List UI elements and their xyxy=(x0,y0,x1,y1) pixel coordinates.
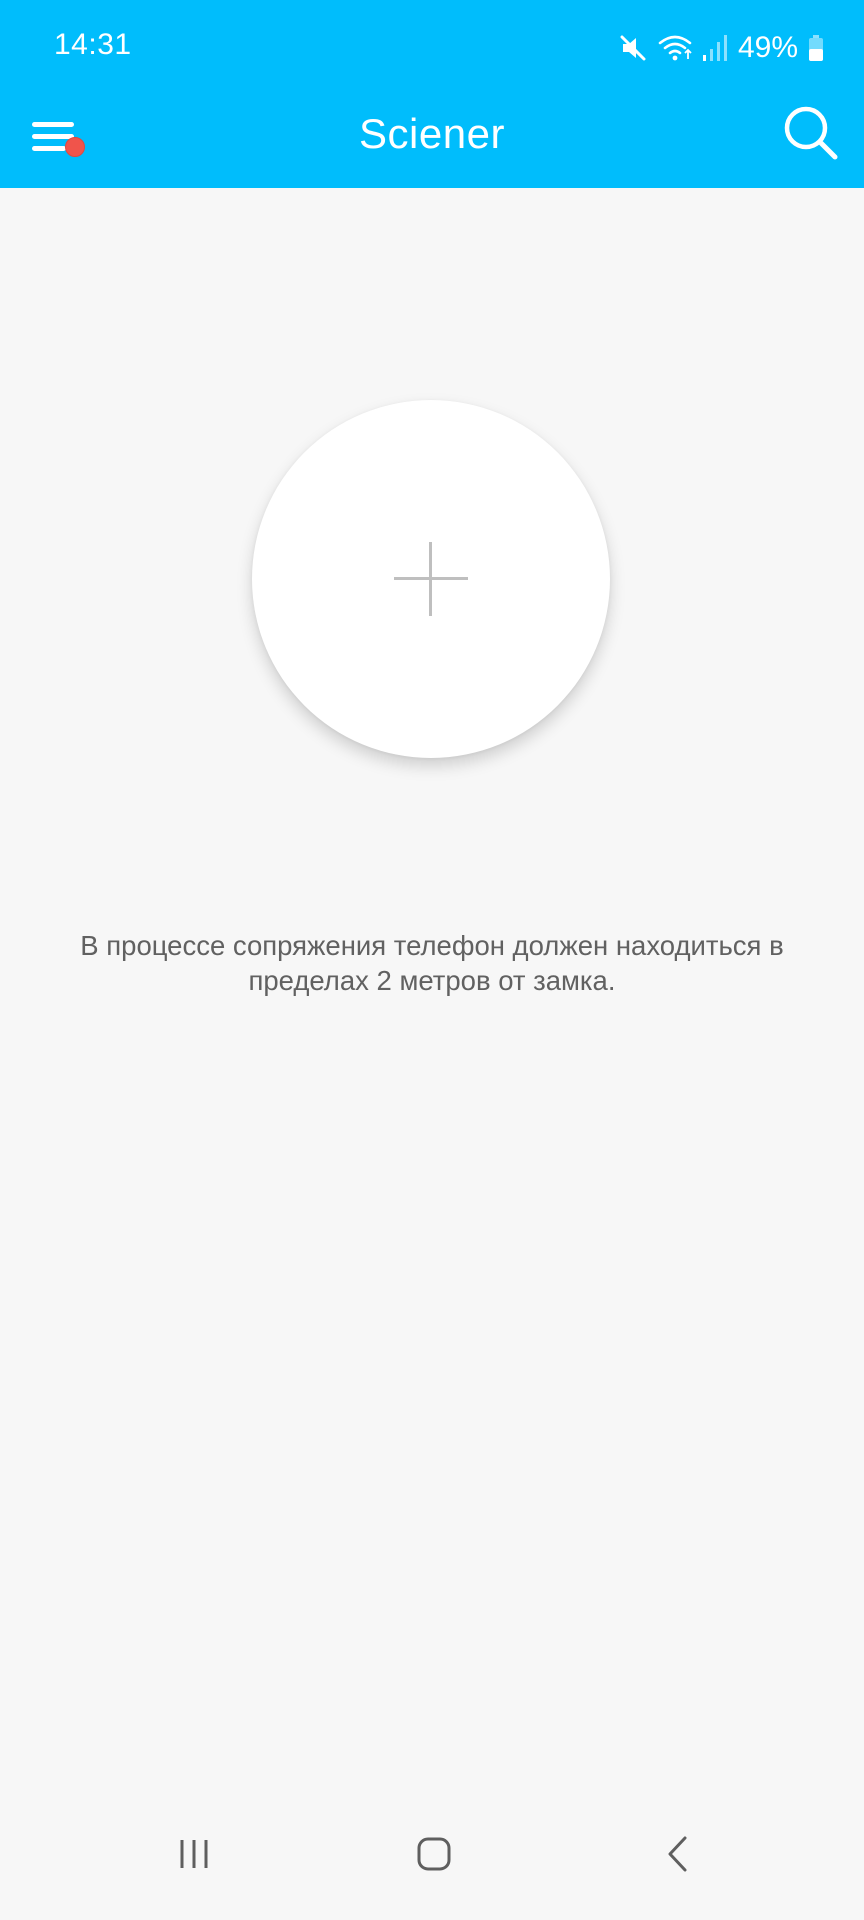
back-button[interactable] xyxy=(638,1834,718,1894)
mute-icon xyxy=(618,33,648,63)
status-bar: 14:31 49% xyxy=(0,0,864,96)
status-time: 14:31 xyxy=(54,28,132,61)
app-bar: 14:31 49% Sciener xyxy=(0,0,864,188)
recent-apps-icon xyxy=(180,1840,208,1868)
battery-icon xyxy=(808,34,824,62)
home-button[interactable] xyxy=(394,1834,474,1894)
signal-icon xyxy=(702,33,728,63)
page-title: Sciener xyxy=(359,110,505,157)
search-icon xyxy=(784,106,838,160)
back-icon xyxy=(668,1836,687,1872)
search-button[interactable] xyxy=(782,104,840,164)
pairing-hint: В процессе сопряжения телефон должен нах… xyxy=(80,930,784,996)
plus-icon-vertical xyxy=(429,542,432,616)
plus-icon xyxy=(394,542,468,616)
status-icons: 49% xyxy=(618,26,824,70)
wifi-icon xyxy=(658,33,692,63)
battery-percent: 49% xyxy=(737,31,798,64)
recent-apps-button[interactable] xyxy=(154,1834,234,1894)
home-icon xyxy=(417,1837,451,1871)
app-header: Sciener xyxy=(0,96,864,188)
add-lock-button[interactable] xyxy=(252,400,610,758)
system-nav-bar xyxy=(0,1810,864,1920)
